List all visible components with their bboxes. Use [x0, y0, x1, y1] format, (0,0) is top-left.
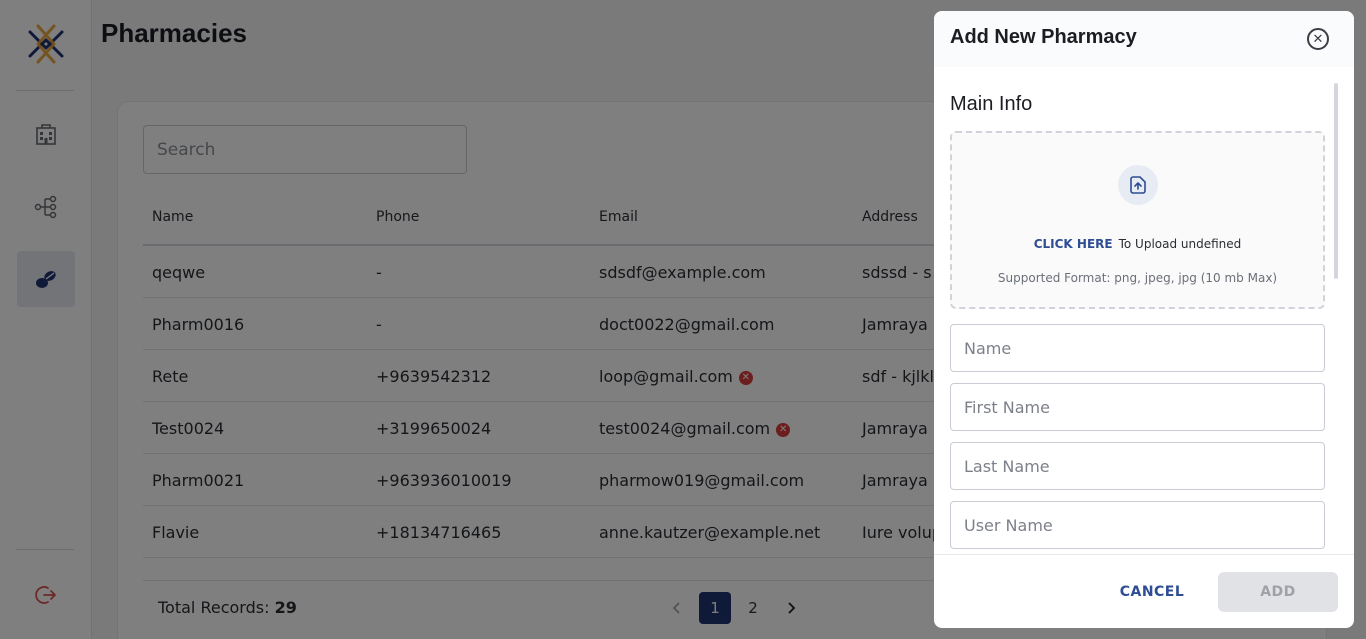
- first-name-field[interactable]: [950, 383, 1325, 431]
- close-icon: ✕: [1312, 31, 1324, 47]
- upload-instruction-text: To Upload undefined: [1118, 237, 1242, 251]
- modal-title: Add New Pharmacy: [950, 26, 1137, 48]
- add-pharmacy-modal: Add New Pharmacy ✕ Main Info CLICK HERE T…: [934, 11, 1354, 628]
- upload-instruction: CLICK HERE To Upload undefined: [952, 237, 1323, 251]
- upload-supported-formats: Supported Format: png, jpeg, jpg (10 mb …: [997, 271, 1278, 285]
- section-title: Main Info: [950, 93, 1033, 115]
- upload-icon: [1118, 165, 1158, 205]
- add-button[interactable]: ADD: [1218, 572, 1338, 612]
- scrollbar[interactable]: [1334, 83, 1338, 279]
- modal-footer-divider: [934, 554, 1354, 555]
- close-button[interactable]: ✕: [1307, 28, 1329, 50]
- name-field[interactable]: [950, 324, 1325, 372]
- modal-header: Add New Pharmacy ✕: [934, 11, 1354, 67]
- last-name-field[interactable]: [950, 442, 1325, 490]
- cancel-button[interactable]: CANCEL: [1110, 572, 1194, 612]
- upload-click-here-link[interactable]: CLICK HERE: [1034, 237, 1113, 251]
- user-name-field[interactable]: [950, 501, 1325, 549]
- upload-dropzone[interactable]: CLICK HERE To Upload undefined Supported …: [950, 131, 1325, 309]
